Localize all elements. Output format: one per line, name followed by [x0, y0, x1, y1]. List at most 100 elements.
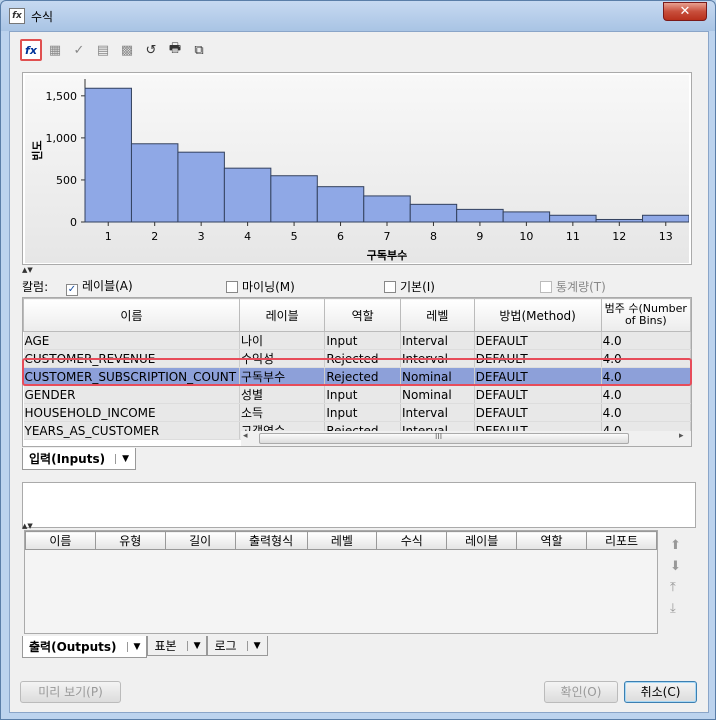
move-top-icon: ⤒ [670, 580, 676, 595]
move-bottom-icon: ⤓ [670, 601, 676, 616]
table-cell[interactable]: DEFAULT [474, 403, 602, 422]
table-cell[interactable]: Interval [400, 331, 475, 350]
label-checkbox[interactable]: ✓ [66, 283, 78, 296]
col-header-role[interactable]: 역할 [324, 298, 402, 332]
mining-checkbox[interactable] [226, 280, 238, 293]
undo-icon[interactable]: ↺ [140, 39, 162, 61]
scroll-grip: III [435, 432, 443, 441]
y-axis-label: 빈도 [30, 140, 44, 160]
table-cell[interactable]: 소득 [239, 403, 326, 422]
check-icon: ✓ [73, 42, 85, 58]
histogram-bar [456, 208, 504, 223]
scroll-right-icon[interactable]: ▸ [679, 431, 684, 441]
tab-inputs[interactable]: 입력(Inputs) ▼ [22, 448, 136, 470]
table-cell[interactable]: HOUSEHOLD_INCOME [23, 403, 240, 422]
scroll-thumb[interactable]: III [259, 432, 629, 444]
splitter-handle-2[interactable]: ▲▼ [22, 522, 33, 530]
basic-checkbox[interactable] [384, 280, 396, 293]
table-cell[interactable]: 4.0 [601, 331, 691, 350]
formula-builder-icon[interactable]: fx [20, 39, 42, 61]
histogram-bar [316, 186, 365, 223]
preview-button[interactable]: 미리 보기(P) [20, 681, 121, 703]
tab-sample[interactable]: 표본 ▼ [147, 636, 208, 656]
x-tick-label: 9 [476, 230, 483, 243]
chevron-down-icon[interactable]: ▼ [186, 640, 200, 651]
table-row[interactable]: GENDER 성별 Input Nominal DEFAULT 4.0 [23, 385, 691, 404]
col-header-bins[interactable]: 범주 수(Number of Bins) [600, 298, 691, 332]
chevron-down-icon[interactable]: ▼ [126, 641, 140, 652]
table-cell[interactable]: 4.0 [601, 403, 691, 422]
x-tick-label: 5 [291, 230, 298, 243]
scroll-left-icon[interactable]: ◂ [243, 431, 248, 441]
out-col-header[interactable]: 이름 [25, 531, 96, 550]
move-up-icon: ⬆ [670, 538, 681, 553]
table-cell[interactable]: Nominal [400, 385, 475, 404]
tab-outputs[interactable]: 출력(Outputs) ▼ [22, 636, 148, 658]
x-tick-label: 11 [566, 230, 580, 243]
horizontal-scrollbar[interactable]: ◂ III ▸ [241, 431, 691, 446]
label-option[interactable]: ✓ 레이블(A) [66, 277, 226, 296]
selection-highlight-box [22, 358, 692, 386]
copy-icon[interactable]: ⧉ [188, 39, 210, 61]
col-header-name[interactable]: 이름 [23, 298, 240, 332]
table-cell[interactable]: 나이 [239, 331, 326, 350]
out-col-header[interactable]: 출력형식 [234, 531, 308, 550]
table-cell[interactable]: Input [324, 385, 402, 404]
stats-checkbox [540, 280, 552, 293]
x-tick-label: 2 [151, 230, 158, 243]
window-title: 수식 [31, 10, 54, 24]
table-cell[interactable]: DEFAULT [474, 385, 602, 404]
reorder-buttons: ⬆ ⬇ ⤒ ⤓ [670, 538, 681, 616]
histogram-bar [595, 218, 644, 223]
tab-sample-label: 표본 [154, 639, 177, 653]
table-cell[interactable]: DEFAULT [474, 331, 602, 350]
col-header-label[interactable]: 레이블 [238, 298, 326, 332]
print-icon[interactable]: 🖶 [164, 39, 186, 61]
x-tick-label: 7 [384, 230, 391, 243]
out-col-header[interactable]: 역할 [516, 531, 587, 550]
basic-option-text: 기본(I) [400, 279, 435, 294]
title-bar[interactable]: fx 수식 ✕ [1, 1, 715, 31]
label-option-text: 레이블(A) [82, 278, 133, 293]
tab-log[interactable]: 로그 ▼ [207, 636, 268, 656]
histogram-bar [363, 195, 411, 223]
col-header-method[interactable]: 방법(Method) [473, 298, 602, 332]
close-button[interactable]: ✕ [663, 2, 707, 21]
table-cell[interactable]: GENDER [23, 385, 240, 404]
table-cell[interactable]: 성별 [239, 385, 326, 404]
chevron-down-icon[interactable]: ▼ [115, 453, 129, 464]
inputs-tabbar: 입력(Inputs) ▼ [22, 448, 136, 470]
histogram-bar [502, 211, 551, 223]
x-tick-label: 8 [430, 230, 437, 243]
table-cell[interactable]: Input [324, 403, 402, 422]
table-cell[interactable]: Input [324, 331, 402, 350]
formula-pane[interactable] [22, 482, 696, 528]
table-row[interactable]: HOUSEHOLD_INCOME 소득 Input Interval DEFAULT 4.… [23, 403, 691, 422]
out-col-header[interactable]: 레벨 [306, 531, 378, 550]
ok-button[interactable]: 확인(O) [544, 681, 618, 703]
out-col-header[interactable]: 리포트 [586, 531, 657, 550]
histogram-bar [223, 167, 272, 223]
histogram-bar [177, 151, 225, 223]
out-col-header[interactable]: 수식 [376, 531, 448, 550]
basic-option[interactable]: 기본(I) [384, 278, 540, 295]
out-col-header[interactable]: 유형 [94, 531, 166, 550]
splitter-handle[interactable]: ▲▼ [22, 266, 33, 274]
table-cell[interactable]: AGE [23, 331, 240, 350]
x-tick-label: 6 [337, 230, 344, 243]
table-row[interactable]: AGE 나이 Input Interval DEFAULT 4.0 [23, 331, 691, 350]
mining-option-text: 마이닝(M) [242, 279, 295, 294]
mining-option[interactable]: 마이닝(M) [226, 278, 384, 295]
x-tick-label: 12 [612, 230, 626, 243]
histogram-bar [130, 143, 179, 223]
table-cell[interactable]: YEARS_AS_CUSTOMER [23, 421, 240, 440]
table-cell[interactable]: 4.0 [601, 385, 691, 404]
table-cell[interactable]: Interval [400, 403, 475, 422]
out-col-header[interactable]: 레이블 [446, 531, 518, 550]
col-header-level[interactable]: 레벨 [400, 298, 475, 332]
columns-label: 칼럼: [22, 279, 49, 294]
cancel-button[interactable]: 취소(C) [624, 681, 697, 703]
tab-log-label: 로그 [214, 639, 237, 653]
chevron-down-icon[interactable]: ▼ [246, 640, 261, 651]
out-col-header[interactable]: 길이 [164, 531, 236, 550]
